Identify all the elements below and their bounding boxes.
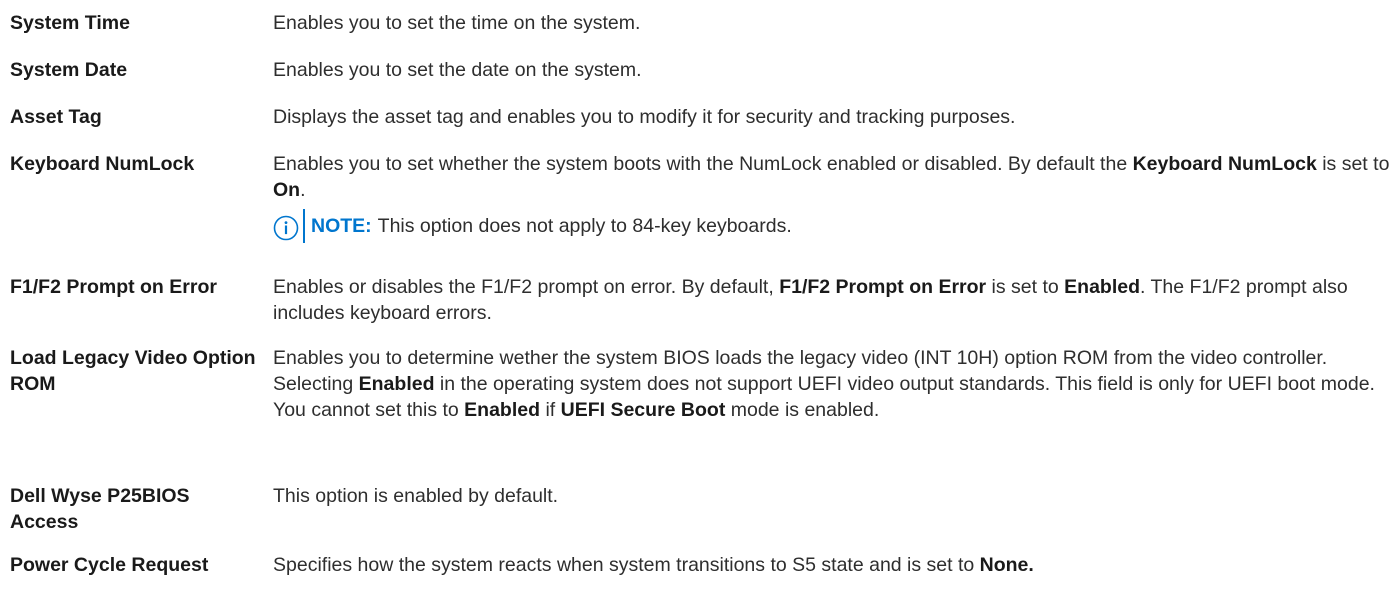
note-callout: NOTE: This option does not apply to 84-k…: [273, 209, 792, 243]
setting-description: Enables you to set whether the system bo…: [273, 151, 1390, 203]
note-label: NOTE:: [311, 215, 372, 237]
desc-text: if: [540, 399, 561, 421]
setting-description: Enables you to set the date on the syste…: [273, 59, 642, 81]
setting-name: System Time: [10, 12, 130, 34]
desc-emphasis: On: [273, 179, 301, 201]
setting-name: Load Legacy Video Option ROM: [10, 347, 256, 395]
desc-text: is set to: [1316, 153, 1390, 175]
setting-name: Dell Wyse P25BIOS Access: [10, 485, 190, 533]
desc-text: Specifies how the system reacts when sys…: [273, 554, 980, 576]
info-circle-icon: [273, 215, 299, 241]
setting-description: Displays the asset tag and enables you t…: [273, 106, 1016, 128]
setting-description: Enables or disables the F1/F2 prompt on …: [273, 274, 1390, 326]
desc-emphasis: Enabled: [1064, 276, 1141, 298]
setting-name: Asset Tag: [10, 106, 102, 128]
note-text: This option does not apply to 84-key key…: [377, 215, 792, 237]
setting-name: Power Cycle Request: [10, 554, 209, 576]
desc-emphasis: Keyboard NumLock: [1132, 153, 1317, 175]
desc-text: is set to: [986, 276, 1065, 298]
desc-text: mode is enabled.: [725, 399, 880, 421]
desc-text: Enables or disables the F1/F2 prompt on …: [273, 276, 780, 298]
setting-name: Keyboard NumLock: [10, 153, 195, 175]
setting-description: This option is enabled by default.: [273, 485, 559, 507]
setting-name: F1/F2 Prompt on Error: [10, 276, 217, 298]
desc-emphasis: None.: [979, 554, 1034, 576]
setting-description: Enables you to determine wether the syst…: [273, 345, 1390, 423]
note-divider: [303, 209, 305, 243]
desc-emphasis: F1/F2 Prompt on Error: [779, 276, 987, 298]
setting-description: Enables you to set the time on the syste…: [273, 12, 641, 34]
desc-emphasis: Enabled: [358, 373, 435, 395]
desc-emphasis: Enabled: [464, 399, 541, 421]
setting-description: Specifies how the system reacts when sys…: [273, 552, 1390, 578]
setting-name: System Date: [10, 59, 128, 81]
desc-text: Enables you to set whether the system bo…: [273, 153, 1133, 175]
desc-text: .: [300, 179, 306, 201]
desc-emphasis: UEFI Secure Boot: [560, 399, 726, 421]
